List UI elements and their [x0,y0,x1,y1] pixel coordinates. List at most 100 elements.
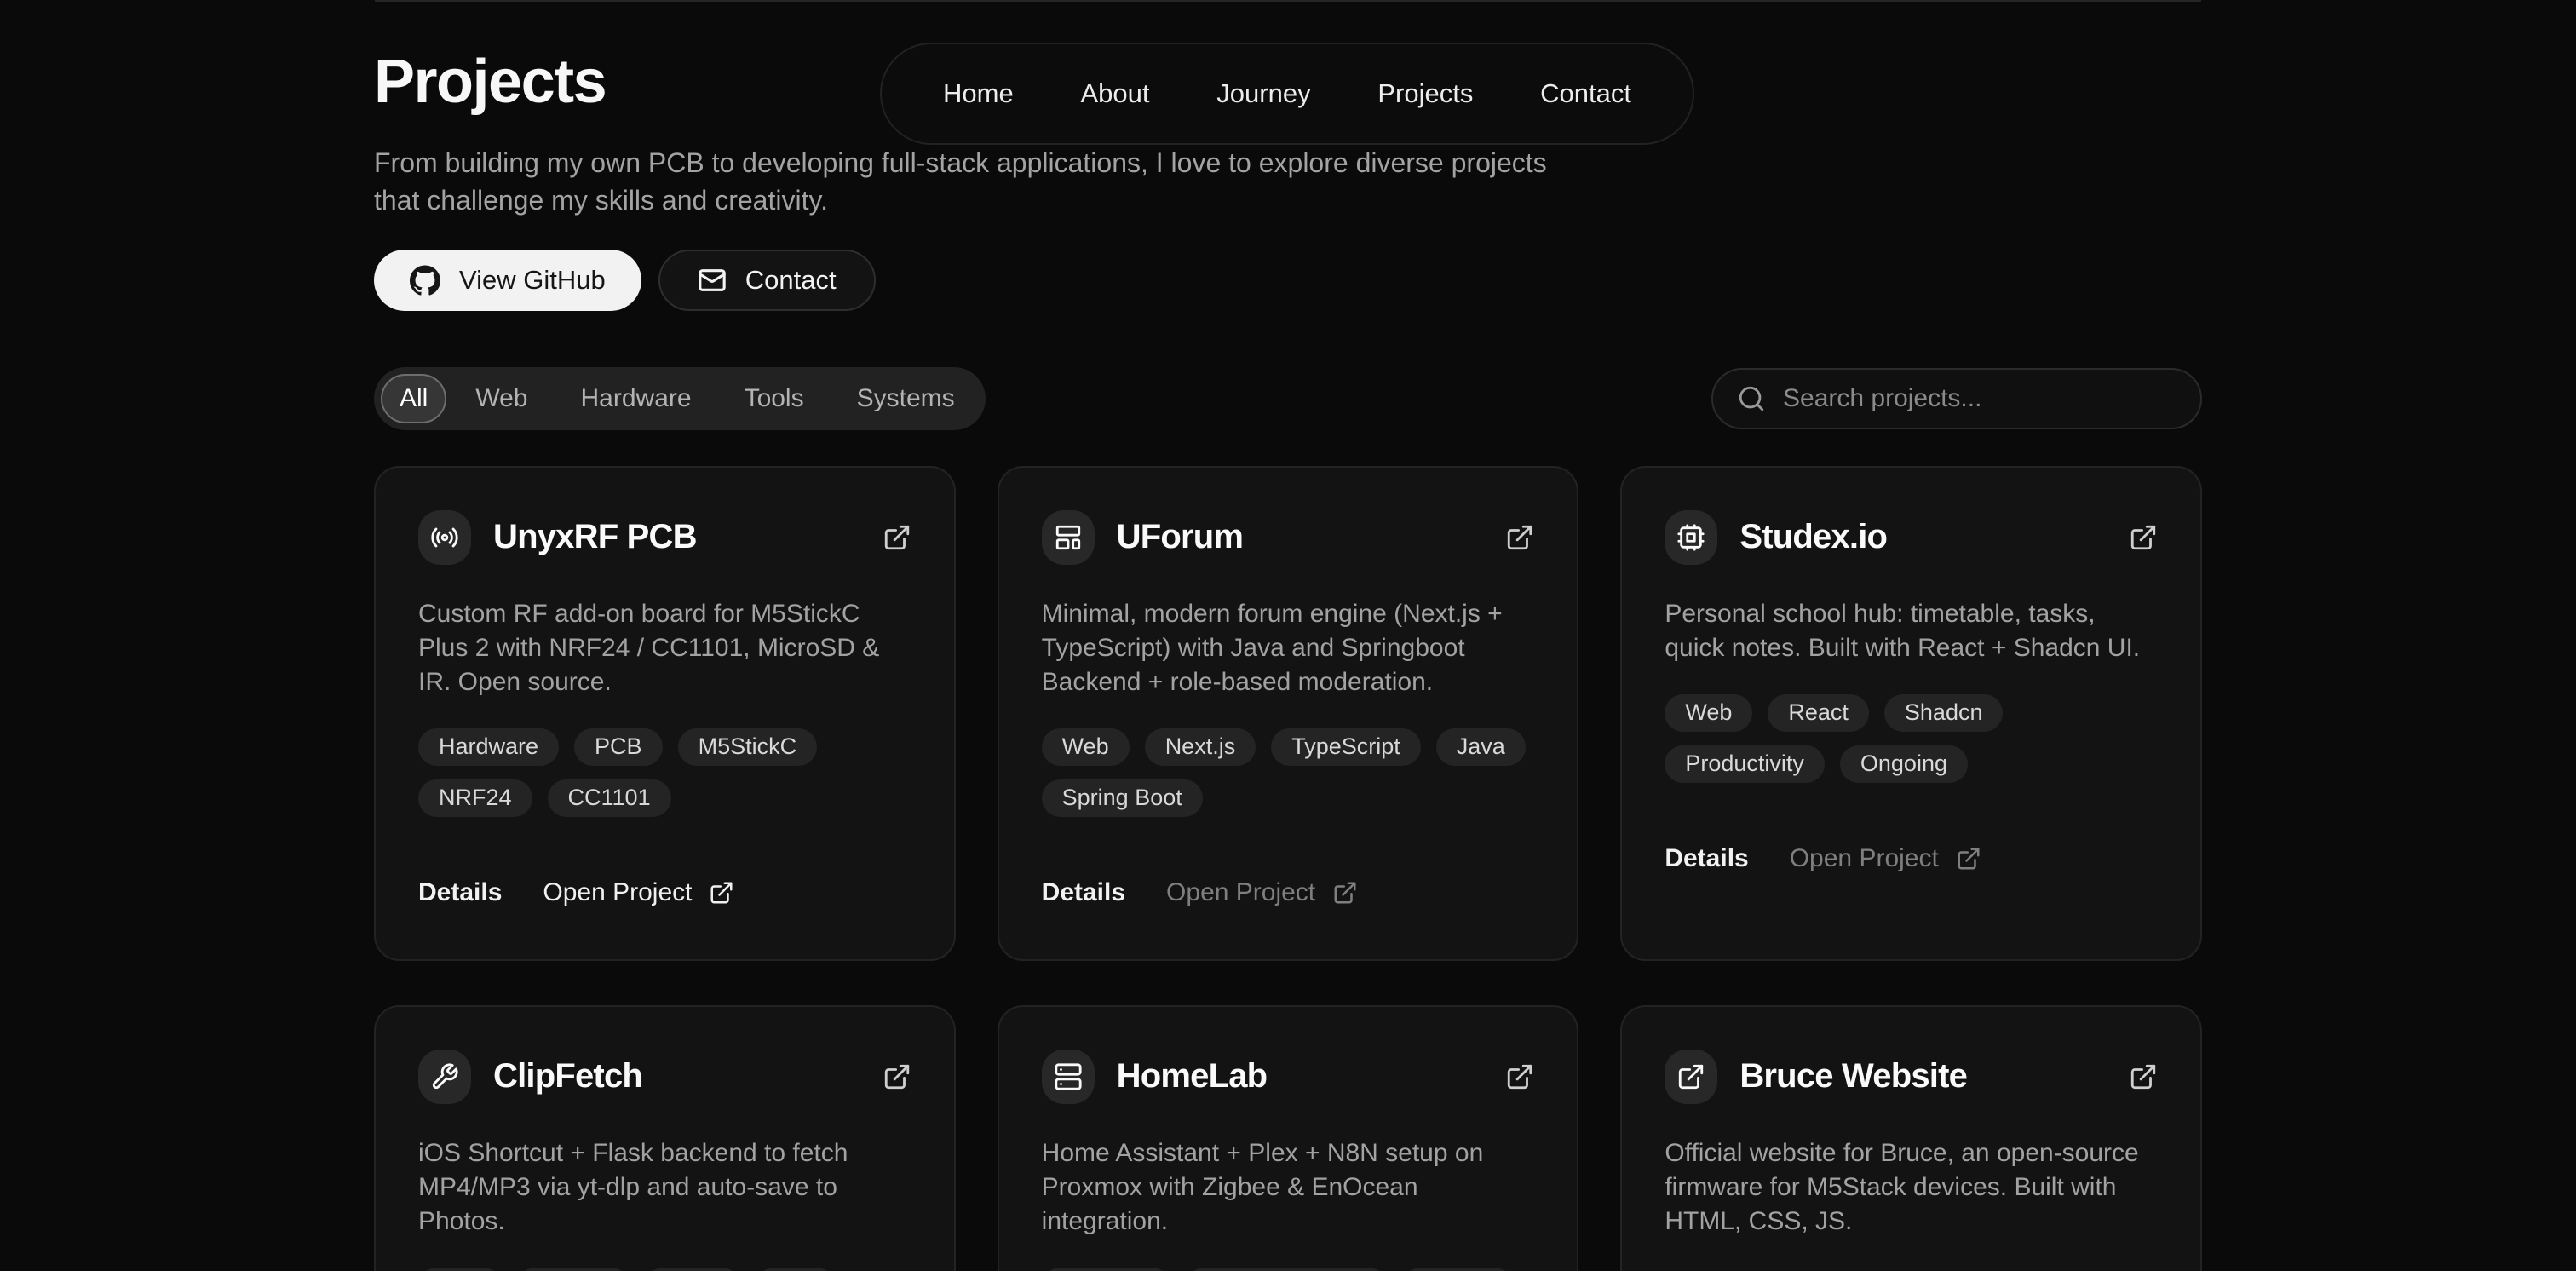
external-link-icon [1956,846,1981,871]
view-github-label: View GitHub [459,265,606,296]
tag-tool: Tool [418,1268,502,1271]
project-tags: SystemsHome AssistantZigbee [1042,1268,1535,1271]
page-container: Projects Home About Journey Projects Contact… [374,0,2202,1271]
open-external-icon-button[interactable] [883,1062,911,1091]
nav-item-journey[interactable]: Journey [1216,78,1310,109]
card-header: UnyxRF PCB [418,510,911,565]
project-description: Custom RF add-on board for M5StickC Plus… [418,597,911,699]
filter-chip-hardware[interactable]: Hardware [557,374,716,423]
radio-icon [430,523,459,552]
tag-react: React [1768,694,1869,732]
open-external-icon-button[interactable] [2129,1062,2158,1091]
open-project-link[interactable]: Open Project [1166,878,1358,907]
open-external-icon-button[interactable] [1505,523,1534,552]
project-title: Bruce Website [1739,1057,1967,1096]
details-button[interactable]: Details [418,878,502,907]
details-button[interactable]: Details [1665,844,1748,873]
external-link-icon [709,880,734,906]
tag-typescript: TypeScript [1271,728,1421,766]
tag-productivity: Productivity [1665,745,1825,783]
open-external-icon-button[interactable] [883,523,911,552]
project-description: Official website for Bruce, an open-sour… [1665,1136,2158,1239]
layout-icon [1054,523,1083,552]
mail-icon [698,266,727,295]
tag-ios: iOS [756,1268,835,1271]
card-header: Bruce Website [1665,1050,2158,1104]
tag-systems: Systems [1042,1268,1171,1271]
project-title: HomeLab [1117,1057,1268,1096]
filter-chip-all[interactable]: All [381,374,446,423]
project-card: Studex.io Personal school hub: timetable… [1620,466,2202,961]
open-external-icon-button[interactable] [1505,1062,1534,1091]
projects-grid: UnyxRF PCB Custom RF add-on board for M5… [374,466,2202,1271]
nav-item-home[interactable]: Home [943,78,1014,109]
tag-web: Web [1665,694,1752,732]
tag-python: Python [517,1268,630,1271]
server-icon [1054,1062,1083,1091]
search-input[interactable] [1783,384,2176,413]
nav-item-about[interactable]: About [1080,78,1149,109]
project-title: ClipFetch [493,1057,642,1096]
project-description: iOS Shortcut + Flask backend to fetch MP… [418,1136,911,1239]
external-link-icon [883,1062,911,1091]
project-tags: HardwarePCBM5StickCNRF24CC1101 [418,728,911,817]
tag-ongoing: Ongoing [1840,745,1968,783]
project-avatar [1665,510,1717,565]
filter-tabs: AllWebHardwareToolsSystems [374,367,986,430]
tag-java: Java [1436,728,1526,766]
project-description: Minimal, modern forum engine (Next.js + … [1042,597,1535,699]
tag-spring-boot: Spring Boot [1042,779,1203,817]
card-footer: Details Open Project [1665,844,2158,873]
nav-item-projects[interactable]: Projects [1377,78,1473,109]
project-tags: Web React Shadcn Productivity Ongoing [1665,694,2158,783]
filter-chip-tools[interactable]: Tools [721,374,828,423]
filter-chip-web[interactable]: Web [451,374,551,423]
tag-shadcn: Shadcn [1884,694,2004,732]
external-link-icon [1505,1062,1534,1091]
project-tags: ToolPythonFlaskiOSyt-dlp [418,1268,911,1271]
card-header: ClipFetch [418,1050,911,1104]
open-project-link[interactable]: Open Project [543,878,734,907]
card-footer: Details Open Project [418,878,911,907]
hero-buttons: View GitHub Contact [374,250,2202,311]
project-avatar [418,1050,471,1104]
tag-next.js: Next.js [1145,728,1256,766]
project-avatar [1042,510,1095,565]
main-nav: Home About Journey Projects Contact [880,43,1694,145]
view-github-button[interactable]: View GitHub [374,250,641,311]
search-box [1711,368,2202,429]
external-link-icon [2129,1062,2158,1091]
external-link-icon [883,523,911,552]
project-title: Studex.io [1739,518,1887,556]
github-icon [410,265,440,296]
tag-m5stickc: M5StickC [678,728,818,766]
project-title: UnyxRF PCB [493,518,697,556]
search-icon [1737,384,1766,413]
project-title: UForum [1117,518,1244,556]
project-tags: WebNext.jsTypeScriptJavaSpring Boot [1042,728,1535,817]
tag-hardware: Hardware [418,728,559,766]
project-card: UnyxRF PCB Custom RF add-on board for M5… [374,466,956,961]
project-description: Personal school hub: timetable, tasks, q… [1665,597,2158,665]
external-link-icon [1332,880,1358,906]
project-avatar [418,510,471,565]
card-header: Studex.io [1665,510,2158,565]
toolbar: AllWebHardwareToolsSystems [374,367,2202,430]
contact-button[interactable]: Contact [658,250,876,311]
open-project-link[interactable]: Open Project [1790,844,1981,873]
tag-cc1101: CC1101 [548,779,671,817]
external-icon [1676,1062,1705,1091]
card-footer: Details Open Project [1042,878,1535,907]
project-card: Bruce Website Official website for Bruce… [1620,1005,2202,1271]
external-link-icon [1505,523,1534,552]
details-button[interactable]: Details [1042,878,1125,907]
filter-chip-systems[interactable]: Systems [833,374,979,423]
cpu-icon [1676,523,1705,552]
project-card: UForum Minimal, modern forum engine (Nex… [998,466,1579,961]
project-avatar [1042,1050,1095,1104]
project-description: Home Assistant + Plex + N8N setup on Pro… [1042,1136,1535,1239]
external-link-icon [2129,523,2158,552]
page-description: From building my own PCB to developing f… [374,144,1567,219]
open-external-icon-button[interactable] [2129,523,2158,552]
nav-item-contact[interactable]: Contact [1540,78,1631,109]
